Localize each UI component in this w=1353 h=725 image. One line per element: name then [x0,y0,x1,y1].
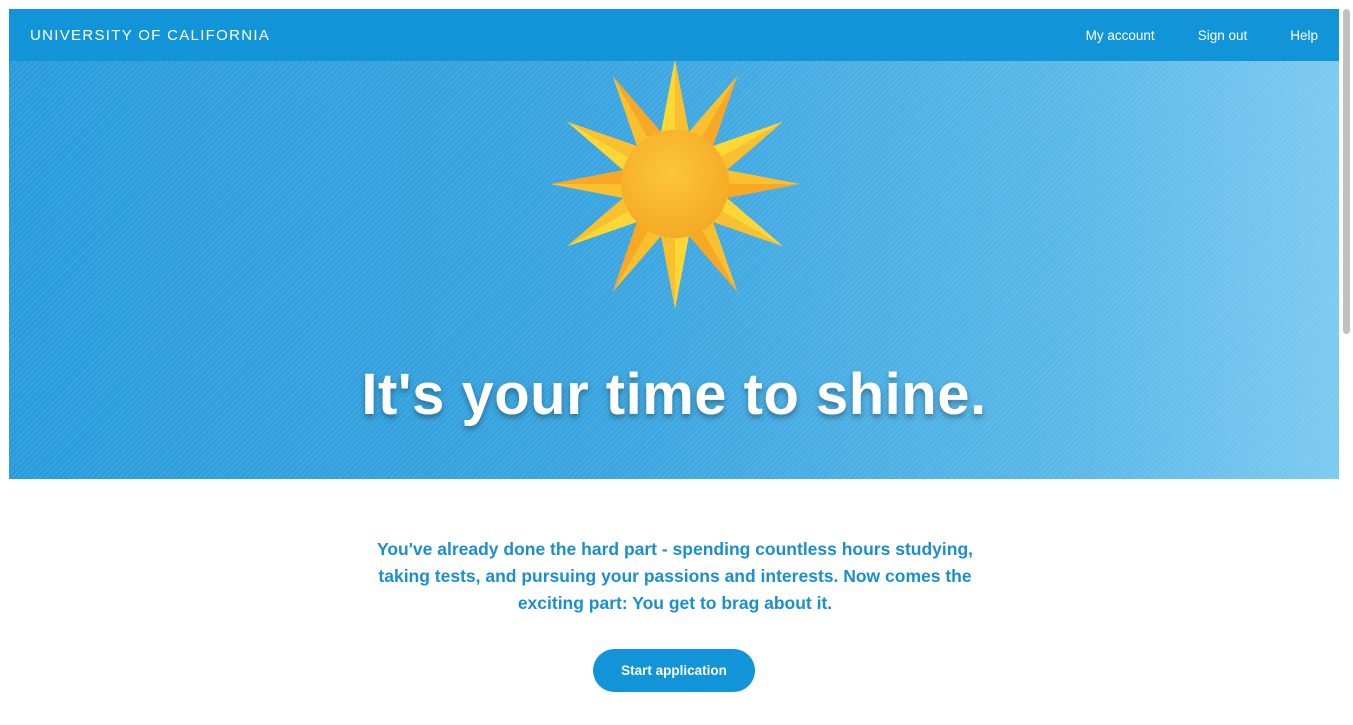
sun-ray-shade [550,169,626,184]
sun-ray-shade [660,233,675,309]
hero-banner: It's your time to shine. [9,61,1339,479]
scrollbar-thumb[interactable] [1343,9,1350,334]
page: UNIVERSITY OF CALIFORNIA My account Sign… [0,0,1353,725]
sun-ray [675,233,690,309]
sun-ray [550,184,626,199]
sun-ray [660,61,675,135]
intro-text: You've already done the hard part - spen… [376,539,973,613]
help-link[interactable]: Help [1290,28,1318,43]
sun-ray-shade [675,61,690,135]
header-nav: My account Sign out Help [1043,28,1318,43]
hero-title: It's your time to shine. [361,362,987,427]
sun-ray-shade [724,184,800,199]
sun-icon [550,61,800,309]
sign-out-link[interactable]: Sign out [1198,28,1248,43]
top-navigation-bar: UNIVERSITY OF CALIFORNIA My account Sign… [9,9,1339,61]
start-application-button[interactable]: Start application [593,649,755,692]
sun-core [621,130,729,238]
university-brand[interactable]: UNIVERSITY OF CALIFORNIA [30,27,270,44]
sun-ray [724,169,800,184]
my-account-link[interactable]: My account [1086,28,1155,43]
